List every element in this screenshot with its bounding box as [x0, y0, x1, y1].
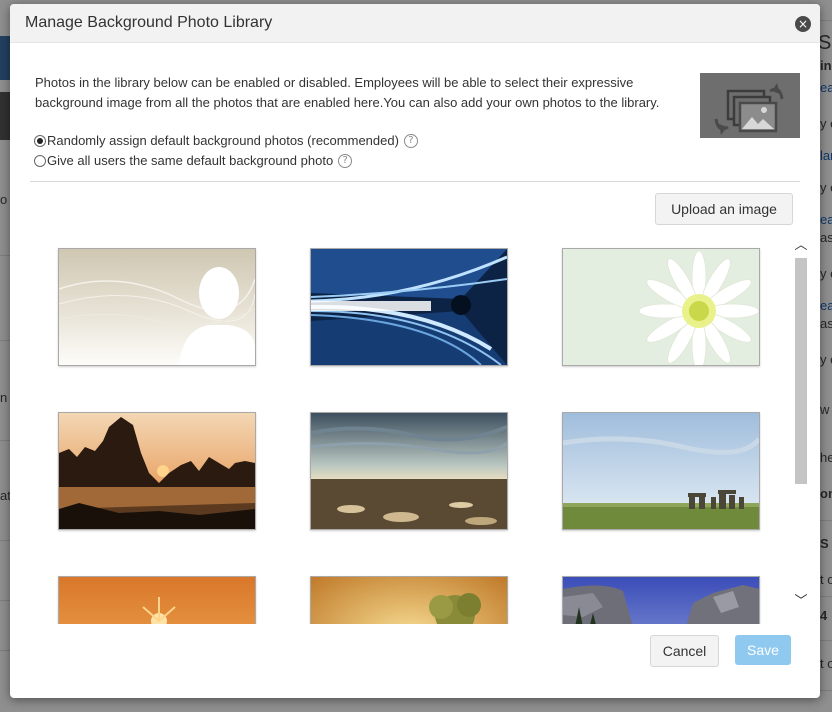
same-photo-option[interactable]: Give all users the same default backgrou… — [34, 153, 353, 168]
section-divider — [30, 181, 800, 182]
help-icon[interactable]: ? — [338, 153, 353, 168]
photo-grid — [40, 232, 792, 624]
light-tunnel-photo[interactable] — [310, 248, 508, 366]
scrollbar-thumb[interactable] — [795, 258, 807, 484]
same-photo-radio[interactable] — [34, 154, 46, 167]
help-icon[interactable]: ? — [403, 133, 418, 148]
dialog-title: Manage Background Photo Library — [25, 14, 273, 31]
ocean-horizon-photo[interactable] — [310, 412, 508, 530]
manage-photo-library-dialog: Manage Background Photo Library × Photos… — [10, 4, 820, 698]
karst-sunset-photo[interactable] — [58, 412, 256, 530]
same-photo-label[interactable]: Give all users the same default backgrou… — [47, 153, 333, 168]
close-icon[interactable]: × — [795, 16, 811, 32]
parchment-tree-photo[interactable] — [310, 576, 508, 624]
random-assign-label[interactable]: Randomly assign default background photo… — [47, 133, 399, 148]
random-assign-option[interactable]: Randomly assign default background photo… — [34, 133, 418, 148]
photo-grid-scrollbar[interactable]: ︿ ﹀ — [793, 232, 809, 620]
mountain-cliffs-photo[interactable] — [562, 576, 760, 624]
stonehenge-photo[interactable] — [562, 412, 760, 530]
dialog-header: Manage Background Photo Library × — [10, 4, 820, 43]
random-assign-radio[interactable] — [34, 134, 46, 147]
library-description: Photos in the library below can be enabl… — [35, 75, 660, 110]
scroll-up-icon[interactable]: ︿ — [793, 238, 809, 254]
silhouette-photo[interactable] — [58, 248, 256, 366]
save-button[interactable]: Save — [735, 635, 791, 665]
white-flower-photo[interactable] — [562, 248, 760, 366]
cancel-button[interactable]: Cancel — [650, 635, 719, 667]
upload-image-button[interactable]: Upload an image — [655, 193, 793, 225]
scroll-down-icon[interactable]: ﹀ — [793, 594, 809, 610]
orange-sunset-photo[interactable] — [58, 576, 256, 624]
photo-library-sync-icon — [700, 73, 800, 138]
